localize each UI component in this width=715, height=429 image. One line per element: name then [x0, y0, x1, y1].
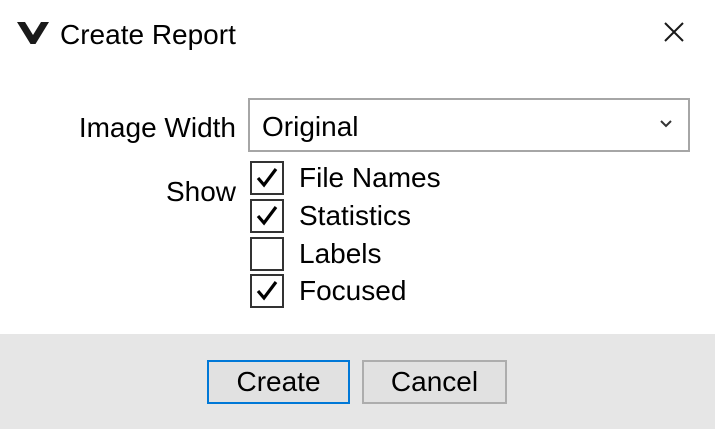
checkbox-box[interactable] — [250, 274, 284, 308]
checkbox-statistics[interactable]: Statistics — [250, 198, 550, 234]
checkbox-focused[interactable]: Focused — [250, 273, 550, 309]
checkmark-icon — [256, 206, 278, 226]
create-report-dialog: Create Report Image Width Original Show … — [0, 0, 715, 429]
cancel-button[interactable]: Cancel — [362, 360, 507, 404]
checkmark-icon — [256, 168, 278, 188]
app-logo-icon — [16, 20, 50, 46]
dialog-footer: Create Cancel — [0, 334, 715, 429]
image-width-label: Image Width — [78, 112, 236, 143]
checkbox-label: Statistics — [299, 200, 412, 231]
checkbox-box[interactable] — [250, 237, 284, 271]
checkbox-file-names[interactable]: File Names — [250, 160, 550, 196]
image-width-value: Original — [262, 111, 359, 142]
checkbox-label: Labels — [299, 238, 382, 269]
chevron-down-icon — [658, 116, 674, 132]
image-width-select[interactable]: Original — [248, 98, 690, 152]
checkbox-labels[interactable]: Labels — [250, 236, 550, 272]
checkmark-icon — [256, 281, 278, 301]
close-button[interactable] — [652, 12, 696, 56]
checkbox-label: File Names — [299, 162, 441, 193]
checkbox-box[interactable] — [250, 199, 284, 233]
create-button[interactable]: Create — [207, 360, 350, 404]
dialog-title: Create Report — [60, 19, 236, 50]
title-bar: Create Report — [0, 0, 715, 68]
checkbox-label: Focused — [299, 275, 407, 306]
checkbox-box[interactable] — [250, 161, 284, 195]
show-label: Show — [165, 176, 236, 207]
close-icon — [663, 21, 685, 48]
